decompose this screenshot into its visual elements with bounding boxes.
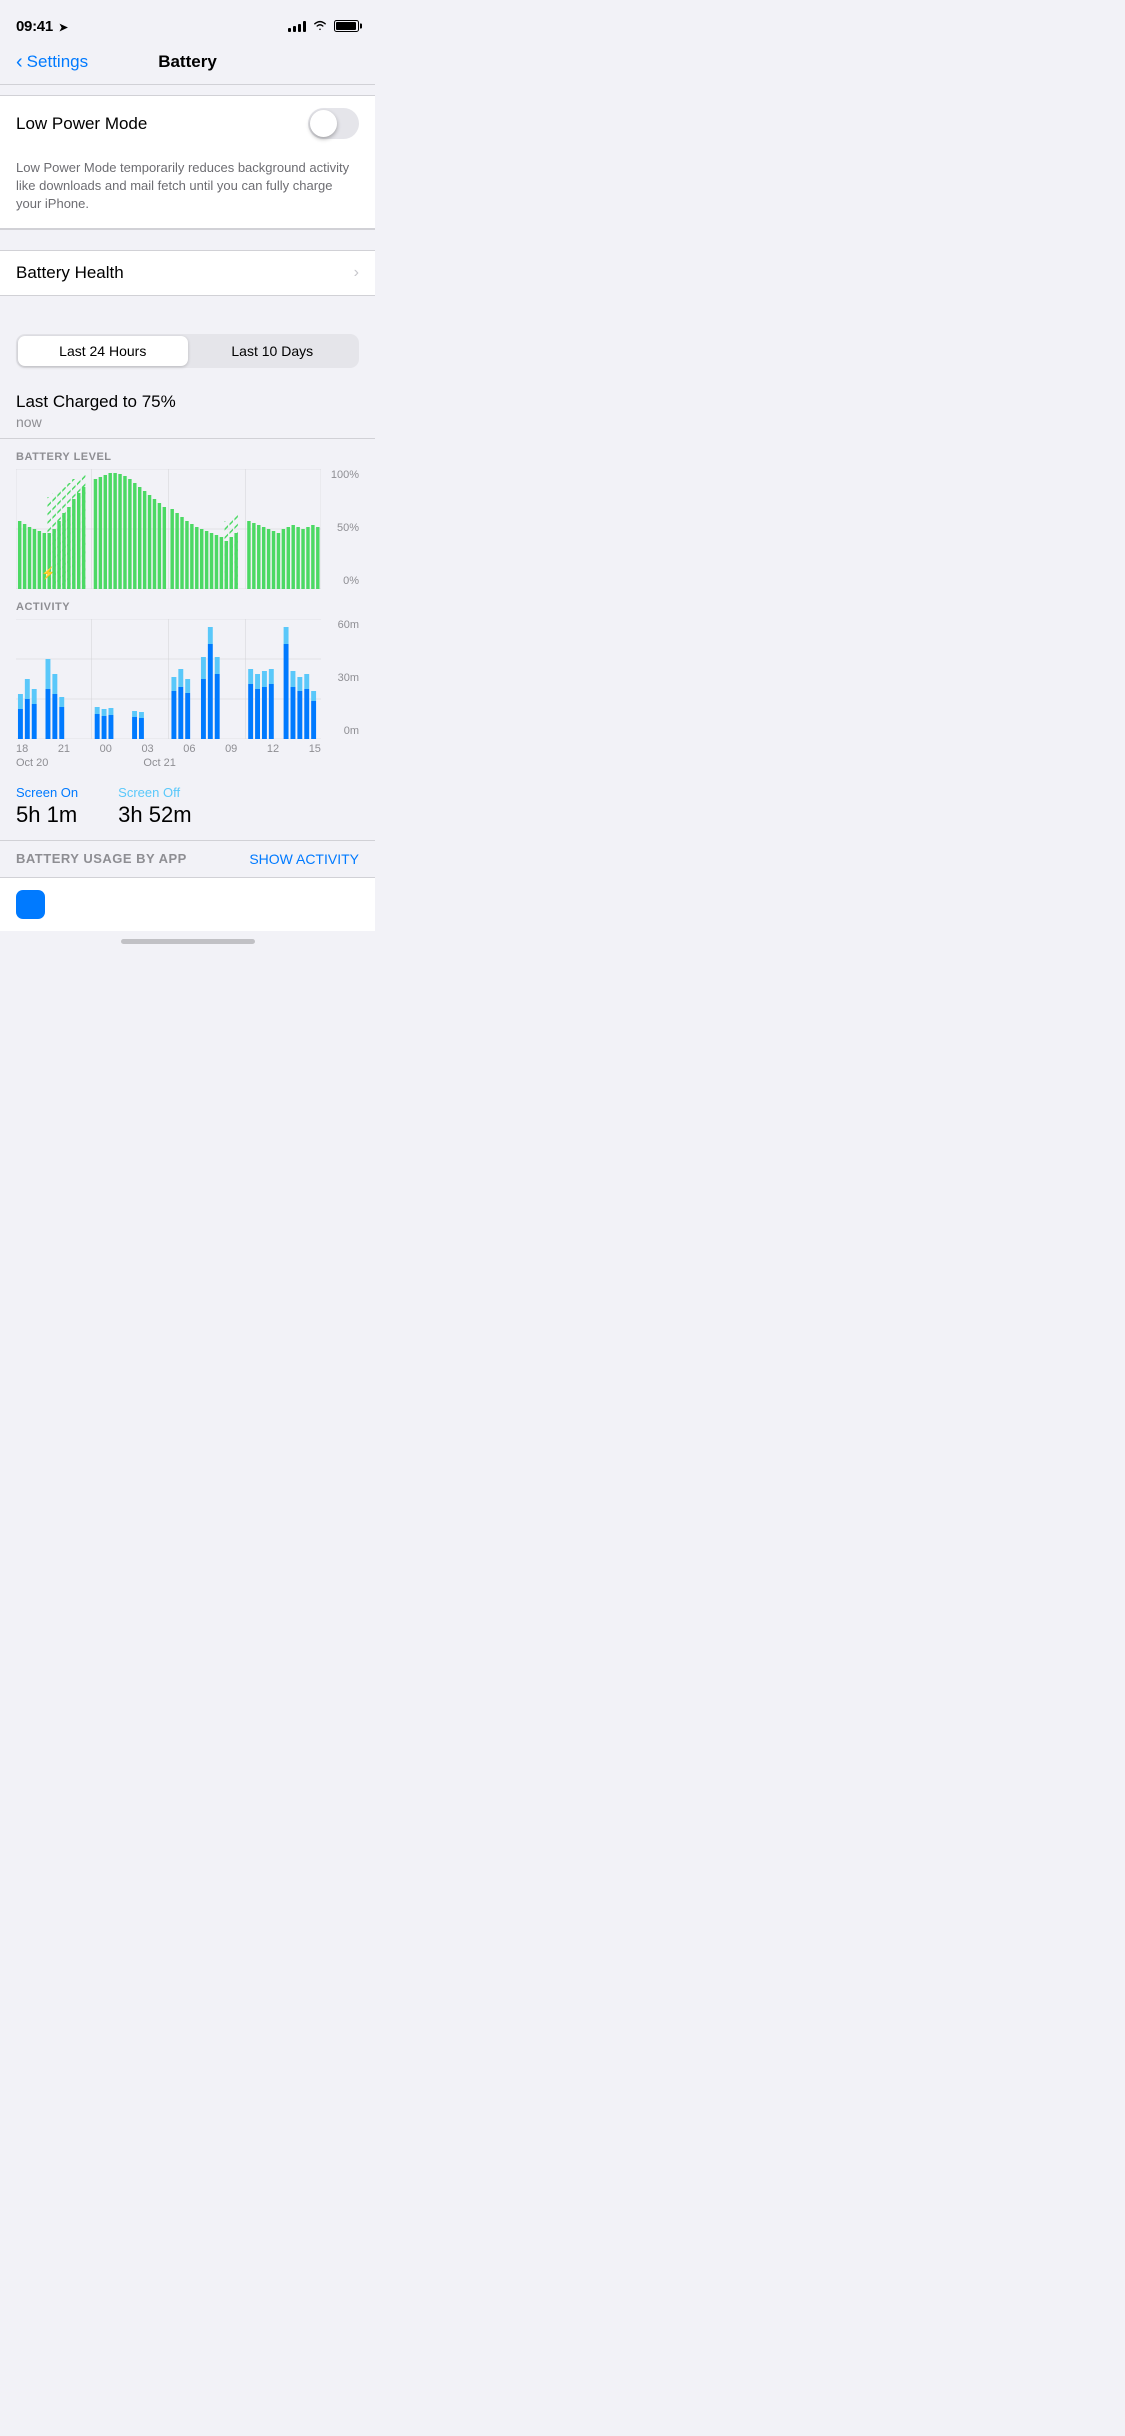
date-labels: Oct 20 Oct 21 <box>16 757 359 769</box>
segment-10d[interactable]: Last 10 Days <box>188 336 358 366</box>
status-icons <box>288 19 359 34</box>
activity-y-0: 0m <box>325 725 359 737</box>
section-gap-2 <box>0 296 375 326</box>
time-label-03: 03 <box>141 743 153 755</box>
segment-24h[interactable]: Last 24 Hours <box>18 336 188 366</box>
time-label-18: 18 <box>16 743 28 755</box>
chevron-right-icon: › <box>354 264 359 282</box>
usage-header-label: BATTERY USAGE BY APP <box>16 851 187 866</box>
battery-level-section: BATTERY LEVEL <box>0 439 375 589</box>
last-charged-title: Last Charged to 75% <box>16 392 359 412</box>
activity-chart-container: 60m 30m 0m <box>16 619 359 739</box>
battery-health-row[interactable]: Battery Health › <box>0 251 375 295</box>
activity-y-30: 30m <box>325 672 359 684</box>
home-bar <box>121 939 255 944</box>
signal-icon <box>288 20 306 32</box>
date-label-oct21: Oct 21 <box>143 757 175 769</box>
time-label-06: 06 <box>183 743 195 755</box>
battery-y-labels: 100% 50% 0% <box>321 469 359 589</box>
battery-chart-label: BATTERY LEVEL <box>16 451 359 463</box>
nav-bar: ‹ Settings Battery <box>0 44 375 85</box>
screen-off-value: 3h 52m <box>118 802 191 828</box>
activity-chart-label: ACTIVITY <box>16 601 359 613</box>
back-label: Settings <box>27 52 88 72</box>
battery-chart-container: ⚡ <box>16 469 359 589</box>
battery-health-label: Battery Health <box>16 263 124 283</box>
screen-on-stat: Screen On 5h 1m <box>16 785 78 828</box>
time-label-12: 12 <box>267 743 279 755</box>
battery-chart: ⚡ <box>16 469 321 589</box>
back-button[interactable]: ‹ Settings <box>16 52 88 72</box>
segment-container: Last 24 Hours Last 10 Days <box>0 326 375 368</box>
date-label-oct20: Oct 20 <box>16 757 48 769</box>
wifi-icon <box>312 19 328 34</box>
show-activity-button[interactable]: SHOW ACTIVITY <box>249 851 359 867</box>
low-power-mode-description: Low Power Mode temporarily reduces backg… <box>0 151 375 229</box>
status-time: 09:41 ➤ <box>16 18 68 35</box>
screen-on-value: 5h 1m <box>16 802 78 828</box>
battery-y-0: 0% <box>325 575 359 587</box>
low-power-mode-toggle[interactable] <box>308 108 359 139</box>
battery-status-icon <box>334 20 359 32</box>
time-label-15: 15 <box>309 743 321 755</box>
app-usage-row <box>0 877 375 931</box>
activity-y-60: 60m <box>325 619 359 631</box>
battery-health-section: Battery Health › <box>0 250 375 296</box>
low-power-mode-row: Low Power Mode <box>0 96 375 151</box>
screen-off-label: Screen Off <box>118 785 191 800</box>
time-labels-section: 18 21 00 03 06 09 12 15 Oct 20 Oct 21 <box>0 739 375 773</box>
battery-y-50: 50% <box>325 522 359 534</box>
low-power-mode-label: Low Power Mode <box>16 114 147 134</box>
last-charged-subtitle: now <box>16 414 359 430</box>
chevron-back-icon: ‹ <box>16 52 23 72</box>
time-label-09: 09 <box>225 743 237 755</box>
activity-y-labels: 60m 30m 0m <box>321 619 359 739</box>
screen-on-label: Screen On <box>16 785 78 800</box>
last-charged-section: Last Charged to 75% now <box>0 380 375 439</box>
usage-header: BATTERY USAGE BY APP SHOW ACTIVITY <box>0 840 375 877</box>
section-gap-top <box>0 85 375 95</box>
low-power-mode-section: Low Power Mode Low Power Mode temporaril… <box>0 95 375 230</box>
time-label-21: 21 <box>58 743 70 755</box>
time-label-00: 00 <box>100 743 112 755</box>
activity-chart-section: ACTIVITY <box>0 589 375 739</box>
battery-y-100: 100% <box>325 469 359 481</box>
screen-off-stat: Screen Off 3h 52m <box>118 785 191 828</box>
status-bar: 09:41 ➤ <box>0 0 375 44</box>
screen-stats: Screen On 5h 1m Screen Off 3h 52m <box>0 773 375 840</box>
toggle-knob <box>310 110 337 137</box>
section-gap-1 <box>0 230 375 250</box>
time-labels: 18 21 00 03 06 09 12 15 <box>16 743 359 755</box>
page-title: Battery <box>158 52 217 72</box>
home-indicator <box>0 931 375 948</box>
time-range-segment[interactable]: Last 24 Hours Last 10 Days <box>16 334 359 368</box>
app-icon <box>16 890 45 919</box>
activity-chart <box>16 619 321 739</box>
